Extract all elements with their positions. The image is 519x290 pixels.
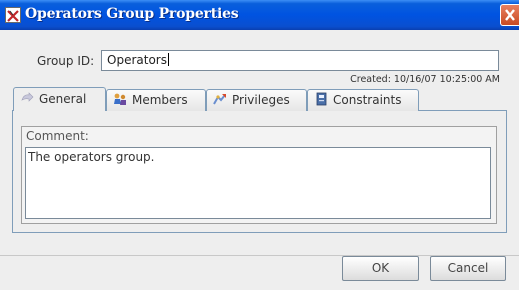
constraints-icon bbox=[316, 92, 327, 106]
tab-label: Constraints bbox=[333, 93, 402, 107]
tab-label: General bbox=[39, 92, 87, 106]
text-caret bbox=[167, 53, 169, 66]
tab-constraints[interactable]: Constraints bbox=[307, 89, 419, 111]
comment-label: Comment: bbox=[26, 129, 89, 143]
close-icon bbox=[505, 9, 515, 21]
ok-button[interactable]: OK bbox=[342, 256, 419, 281]
close-button[interactable] bbox=[500, 4, 519, 26]
members-icon bbox=[114, 93, 126, 105]
comment-textarea[interactable]: The operators group. bbox=[25, 147, 491, 219]
window-title: Operators Group Properties bbox=[25, 6, 239, 22]
privileges-icon bbox=[213, 94, 226, 105]
tab-label: Privileges bbox=[232, 93, 290, 107]
tab-label: Members bbox=[132, 93, 188, 107]
created-timestamp: Created: 10/16/07 10:25:00 AM bbox=[350, 74, 500, 85]
tab-privileges[interactable]: Privileges bbox=[206, 89, 307, 111]
app-icon bbox=[5, 7, 21, 23]
general-panel: Comment: The operators group. bbox=[12, 111, 507, 233]
comment-group: Comment: The operators group. bbox=[21, 126, 497, 224]
tab-general[interactable]: General bbox=[13, 87, 106, 111]
properties-dialog: Operators Group Properties Group ID: Ope… bbox=[0, 0, 519, 290]
tab-members[interactable]: Members bbox=[106, 89, 206, 111]
general-icon bbox=[21, 92, 34, 102]
dialog-body: Group ID: Operators Created: 10/16/07 10… bbox=[0, 30, 519, 290]
cancel-button[interactable]: Cancel bbox=[430, 256, 506, 281]
title-bar[interactable]: Operators Group Properties bbox=[0, 0, 519, 30]
group-id-label: Group ID: bbox=[37, 54, 95, 68]
group-id-input[interactable]: Operators bbox=[101, 50, 499, 71]
group-id-value: Operators bbox=[107, 53, 167, 67]
